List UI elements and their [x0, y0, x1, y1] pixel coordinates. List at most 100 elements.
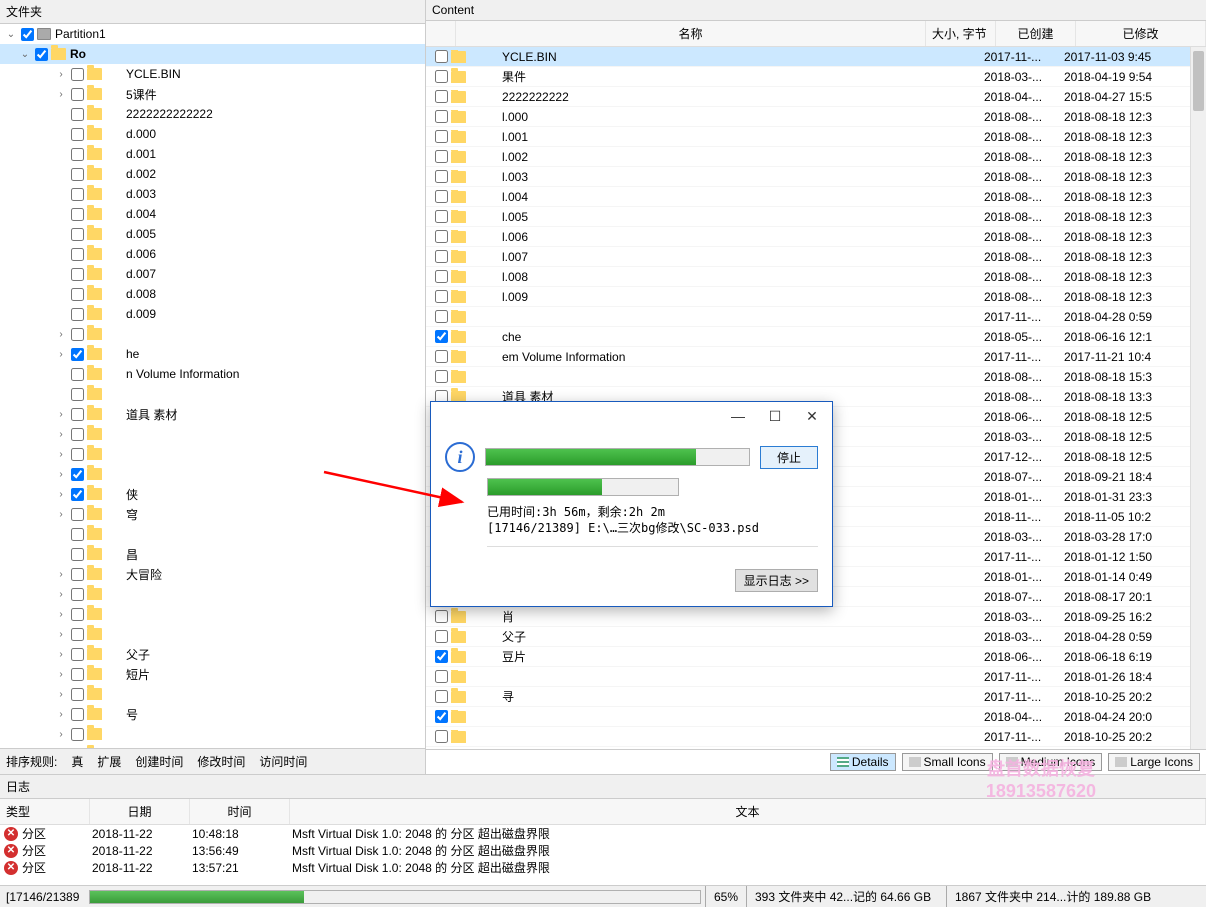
- expander-icon[interactable]: [54, 107, 68, 121]
- row-checkbox[interactable]: [435, 110, 448, 123]
- maximize-button[interactable]: ☐: [757, 404, 793, 428]
- tree-checkbox[interactable]: [71, 388, 84, 401]
- content-row[interactable]: 2017-11-...2018-01-26 18:4: [426, 667, 1190, 687]
- tree-checkbox[interactable]: [71, 148, 84, 161]
- expander-icon[interactable]: [54, 287, 68, 301]
- tree-checkbox[interactable]: [71, 368, 84, 381]
- content-row[interactable]: 22222222222018-04-...2018-04-27 15:5: [426, 87, 1190, 107]
- expander-icon[interactable]: ›: [54, 347, 68, 361]
- expander-icon[interactable]: ›: [54, 707, 68, 721]
- tree-checkbox[interactable]: [71, 548, 84, 561]
- tree-checkbox[interactable]: [71, 228, 84, 241]
- row-checkbox[interactable]: [435, 710, 448, 723]
- sort-opt-3[interactable]: 修改时间: [197, 753, 245, 770]
- log-list[interactable]: ✕分区2018-11-2210:48:18Msft Virtual Disk 1…: [0, 825, 1206, 885]
- content-row[interactable]: che2018-05-...2018-06-16 12:1: [426, 327, 1190, 347]
- row-checkbox[interactable]: [435, 170, 448, 183]
- row-checkbox[interactable]: [435, 730, 448, 743]
- log-row[interactable]: ✕分区2018-11-2213:57:21Msft Virtual Disk 1…: [0, 859, 1206, 876]
- expander-icon[interactable]: [54, 167, 68, 181]
- expander-icon[interactable]: [54, 387, 68, 401]
- row-checkbox[interactable]: [435, 370, 448, 383]
- content-row[interactable]: YCLE.BIN2017-11-...2017-11-03 9:45: [426, 47, 1190, 67]
- tree-item[interactable]: ›: [0, 464, 425, 484]
- tree-checkbox[interactable]: [71, 168, 84, 181]
- expander-icon[interactable]: ›: [54, 427, 68, 441]
- row-checkbox[interactable]: [435, 310, 448, 323]
- expander-icon[interactable]: ⌄: [18, 47, 32, 61]
- row-checkbox[interactable]: [435, 350, 448, 363]
- view-small-icons[interactable]: Small Icons: [902, 753, 993, 771]
- tree-checkbox[interactable]: [71, 208, 84, 221]
- tree-partition[interactable]: ⌄Partition1: [0, 24, 425, 44]
- tree-item[interactable]: ›: [0, 324, 425, 344]
- tree-checkbox[interactable]: [71, 468, 84, 481]
- tree-checkbox[interactable]: [71, 528, 84, 541]
- row-checkbox[interactable]: [435, 650, 448, 663]
- content-row[interactable]: l.0092018-08-...2018-08-18 12:3: [426, 287, 1190, 307]
- tree-item[interactable]: ›大冒险: [0, 564, 425, 584]
- tree-checkbox[interactable]: [71, 348, 84, 361]
- log-col-type[interactable]: 类型: [0, 799, 90, 824]
- content-row[interactable]: 2018-08-...2018-08-18 15:3: [426, 367, 1190, 387]
- row-checkbox[interactable]: [435, 90, 448, 103]
- tree-checkbox[interactable]: [71, 308, 84, 321]
- content-row[interactable]: l.0052018-08-...2018-08-18 12:3: [426, 207, 1190, 227]
- expander-icon[interactable]: ›: [54, 507, 68, 521]
- tree-item[interactable]: 昌: [0, 544, 425, 564]
- expander-icon[interactable]: [54, 207, 68, 221]
- tree-checkbox[interactable]: [71, 268, 84, 281]
- row-checkbox[interactable]: [435, 230, 448, 243]
- tree-item[interactable]: d.004: [0, 204, 425, 224]
- content-row[interactable]: l.0082018-08-...2018-08-18 12:3: [426, 267, 1190, 287]
- col-created[interactable]: 已创建: [996, 21, 1076, 46]
- tree-root[interactable]: ⌄Ro: [0, 44, 425, 64]
- sort-opt-2[interactable]: 创建时间: [135, 753, 183, 770]
- tree-checkbox[interactable]: [71, 508, 84, 521]
- row-checkbox[interactable]: [435, 670, 448, 683]
- log-row[interactable]: ✕分区2018-11-2213:56:49Msft Virtual Disk 1…: [0, 842, 1206, 859]
- content-row[interactable]: 2017-11-...2018-04-28 0:59: [426, 307, 1190, 327]
- tree-item[interactable]: ›父子: [0, 644, 425, 664]
- tree-checkbox[interactable]: [71, 588, 84, 601]
- tree-item[interactable]: n Volume Information: [0, 364, 425, 384]
- row-checkbox[interactable]: [435, 50, 448, 63]
- tree-item[interactable]: d.006: [0, 244, 425, 264]
- show-log-button[interactable]: 显示日志 >>: [735, 569, 818, 592]
- row-checkbox[interactable]: [435, 610, 448, 623]
- tree-item[interactable]: [0, 524, 425, 544]
- expander-icon[interactable]: ›: [54, 667, 68, 681]
- tree-checkbox[interactable]: [71, 448, 84, 461]
- expander-icon[interactable]: ›: [54, 487, 68, 501]
- tree-checkbox[interactable]: [71, 188, 84, 201]
- expander-icon[interactable]: [54, 527, 68, 541]
- view-large-icons[interactable]: Large Icons: [1108, 753, 1200, 771]
- tree-checkbox[interactable]: [71, 628, 84, 641]
- expander-icon[interactable]: [54, 147, 68, 161]
- row-checkbox[interactable]: [435, 70, 448, 83]
- tree-checkbox[interactable]: [71, 488, 84, 501]
- tree-checkbox[interactable]: [71, 568, 84, 581]
- tree-item[interactable]: ›: [0, 584, 425, 604]
- stop-button[interactable]: 停止: [760, 446, 818, 469]
- expander-icon[interactable]: ›: [54, 447, 68, 461]
- expander-icon[interactable]: ›: [54, 627, 68, 641]
- tree-item[interactable]: ›穹: [0, 504, 425, 524]
- minimize-button[interactable]: —: [720, 404, 756, 428]
- content-row[interactable]: l.0012018-08-...2018-08-18 12:3: [426, 127, 1190, 147]
- tree-checkbox[interactable]: [71, 328, 84, 341]
- expander-icon[interactable]: ›: [54, 87, 68, 101]
- tree-item[interactable]: ›: [0, 444, 425, 464]
- tree-checkbox[interactable]: [35, 48, 48, 61]
- tree-checkbox[interactable]: [71, 248, 84, 261]
- vertical-scrollbar[interactable]: [1190, 47, 1206, 749]
- tree-item[interactable]: d.003: [0, 184, 425, 204]
- folder-tree[interactable]: ⌄Partition1⌄Ro›YCLE.BIN›5课件2222222222222…: [0, 24, 425, 748]
- tree-checkbox[interactable]: [21, 28, 34, 41]
- tree-item[interactable]: [0, 384, 425, 404]
- row-checkbox[interactable]: [435, 630, 448, 643]
- expander-icon[interactable]: [54, 187, 68, 201]
- row-checkbox[interactable]: [435, 690, 448, 703]
- tree-item[interactable]: ›号: [0, 704, 425, 724]
- tree-item[interactable]: ›短片: [0, 664, 425, 684]
